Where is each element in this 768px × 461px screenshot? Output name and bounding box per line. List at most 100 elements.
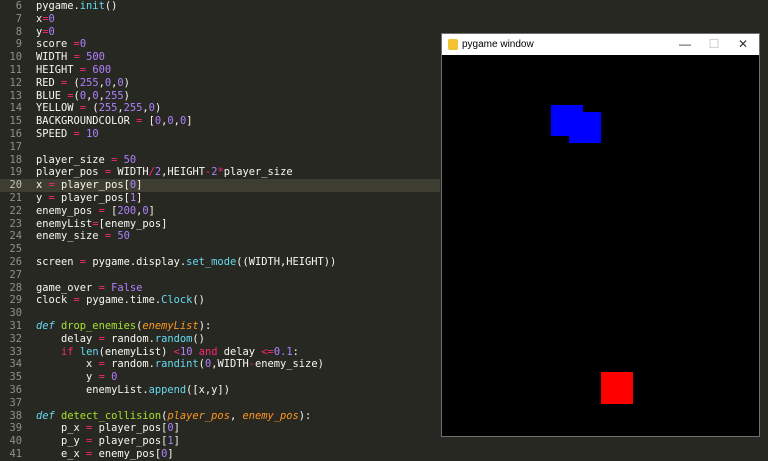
code-line[interactable]: 31 def drop_enemies(enemyList): <box>0 320 440 333</box>
line-number: 7 <box>15 12 22 25</box>
line-code: y = 0 <box>36 371 118 384</box>
line-code: def detect_collision(player_pos, enemy_p… <box>36 409 312 422</box>
code-line[interactable]: 18 player_size = 50 <box>0 154 440 167</box>
line-number: 12 <box>9 76 22 89</box>
minimize-button[interactable]: — <box>671 34 699 55</box>
line-number: 32 <box>9 332 22 345</box>
line-code: p_y = player_pos[1] <box>36 435 180 448</box>
code-line[interactable]: 16 SPEED = 10 <box>0 128 440 141</box>
enemy-block <box>569 112 601 143</box>
code-line[interactable]: 29 clock = pygame.time.Clock() <box>0 294 440 307</box>
title-bar[interactable]: pygame window — ☐ ✕ <box>442 34 759 55</box>
line-number: 18 <box>9 153 22 166</box>
line-code: enemyList=[enemy_pos] <box>36 217 168 230</box>
line-number: 24 <box>9 230 22 243</box>
code-line[interactable]: 17 <box>0 141 440 154</box>
line-number: 38 <box>9 409 22 422</box>
line-number: 34 <box>9 358 22 371</box>
code-line[interactable]: 34 x = random.randint(0,WIDTH-enemy_size… <box>0 358 440 371</box>
line-number: 20 <box>9 179 22 192</box>
code-line[interactable]: 37 <box>0 397 440 410</box>
line-code: game_over = False <box>36 281 143 294</box>
code-line[interactable]: 8 y=0 <box>0 26 440 39</box>
line-code: player_pos = WIDTH/2,HEIGHT-2*player_siz… <box>36 166 293 179</box>
line-number: 9 <box>15 38 22 51</box>
code-line[interactable]: 28 game_over = False <box>0 282 440 295</box>
line-code: enemyList.append([x,y]) <box>36 384 230 396</box>
code-line[interactable]: 24 enemy_size = 50 <box>0 230 440 243</box>
line-number: 8 <box>15 25 22 38</box>
code-line[interactable]: 36 enemyList.append([x,y]) <box>0 384 440 397</box>
line-code: x = player_pos[0] <box>36 179 143 192</box>
line-code: def drop_enemies(enemyList): <box>36 320 212 332</box>
code-line[interactable]: 40 p_y = player_pos[1] <box>0 435 440 448</box>
line-number: 39 <box>9 422 22 435</box>
code-line[interactable]: 15 BACKGROUNDCOLOR = [0,0,0] <box>0 115 440 128</box>
close-button[interactable]: ✕ <box>729 34 757 55</box>
code-line[interactable]: 12 RED = (255,0,0) <box>0 77 440 90</box>
code-line[interactable]: 21 y = player_pos[1] <box>0 192 440 205</box>
code-line[interactable]: 19 player_pos = WIDTH/2,HEIGHT-2*player_s… <box>0 166 440 179</box>
code-line[interactable]: 7 x=0 <box>0 13 440 26</box>
player-block <box>601 372 633 404</box>
line-code: e_x = enemy_pos[0] <box>36 448 174 460</box>
code-line[interactable]: 23 enemyList=[enemy_pos] <box>0 218 440 231</box>
maximize-button[interactable]: ☐ <box>700 34 728 55</box>
code-line[interactable]: 27 <box>0 269 440 282</box>
line-number: 30 <box>9 307 22 320</box>
code-line[interactable]: 33 if len(enemyList) <10 and delay <=0.1… <box>0 346 440 359</box>
code-line[interactable]: 10 WIDTH = 500 <box>0 51 440 64</box>
line-code: if len(enemyList) <10 and delay <=0.1: <box>61 345 299 358</box>
line-code: y = player_pos[1] <box>36 192 143 204</box>
line-code: x = random.randint(0,WIDTH-enemy_size) <box>36 358 324 371</box>
code-line[interactable]: 13 BLUE =(0,0,255) <box>0 90 440 103</box>
line-code: y=0 <box>36 25 55 38</box>
line-code: player_size = 50 <box>36 153 137 166</box>
line-number: 22 <box>9 204 22 217</box>
code-line[interactable]: 22 enemy_pos = [200,0] <box>0 205 440 218</box>
line-number: 16 <box>9 128 22 140</box>
line-code: YELLOW = (255,255,0) <box>36 102 162 115</box>
code-line[interactable]: 35 y = 0 <box>0 371 440 384</box>
code-line[interactable]: 32 delay = random.random() <box>0 333 440 346</box>
line-number: 15 <box>9 115 22 128</box>
code-line[interactable]: 41 e_x = enemy_pos[0] <box>0 448 440 461</box>
line-code: RED = (255,0,0) <box>36 76 130 89</box>
line-number: 14 <box>9 102 22 115</box>
line-code: WIDTH = 500 <box>36 51 105 64</box>
game-canvas[interactable] <box>442 55 759 436</box>
line-number: 37 <box>9 396 22 409</box>
code-line[interactable]: 11 HEIGHT = 600 <box>0 64 440 77</box>
line-number: 33 <box>9 345 22 358</box>
line-code: BACKGROUNDCOLOR = [0,0,0] <box>36 115 193 128</box>
code-line[interactable]: 39 p_x = player_pos[0] <box>0 422 440 435</box>
line-number: 19 <box>9 166 22 179</box>
line-number: 36 <box>9 384 22 396</box>
line-code: p_x = player_pos[0] <box>36 422 180 435</box>
code-line[interactable]: 6 pygame.init() <box>0 0 440 13</box>
line-number: 13 <box>9 89 22 102</box>
code-line[interactable]: 9 score =0 <box>0 38 440 51</box>
line-number: 23 <box>9 217 22 230</box>
pygame-window[interactable]: pygame window — ☐ ✕ <box>441 33 760 437</box>
line-code: clock = pygame.time.Clock() <box>36 294 205 307</box>
code-line[interactable]: 14 YELLOW = (255,255,0) <box>0 102 440 115</box>
line-number: 25 <box>9 243 22 256</box>
line-code: enemy_pos = [200,0] <box>36 204 155 217</box>
line-code: HEIGHT = 600 <box>36 64 112 76</box>
line-number: 29 <box>9 294 22 307</box>
code-line[interactable]: 20 x = player_pos[0] <box>0 179 440 192</box>
line-number: 28 <box>9 281 22 294</box>
line-code: pygame.init() <box>36 0 118 12</box>
line-number: 41 <box>9 448 22 460</box>
line-number: 21 <box>9 192 22 204</box>
code-line[interactable]: 30 <box>0 307 440 320</box>
code-line[interactable]: 25 <box>0 243 440 256</box>
line-number: 35 <box>9 371 22 384</box>
code-line[interactable]: 38 def detect_collision(player_pos, enemy… <box>0 410 440 423</box>
line-code: score =0 <box>36 38 87 51</box>
python-app-icon <box>448 39 458 50</box>
line-number: 17 <box>9 140 22 153</box>
code-line[interactable]: 26 screen = pygame.display.set_mode((WIDT… <box>0 256 440 269</box>
line-code: enemy_size = 50 <box>36 230 130 243</box>
